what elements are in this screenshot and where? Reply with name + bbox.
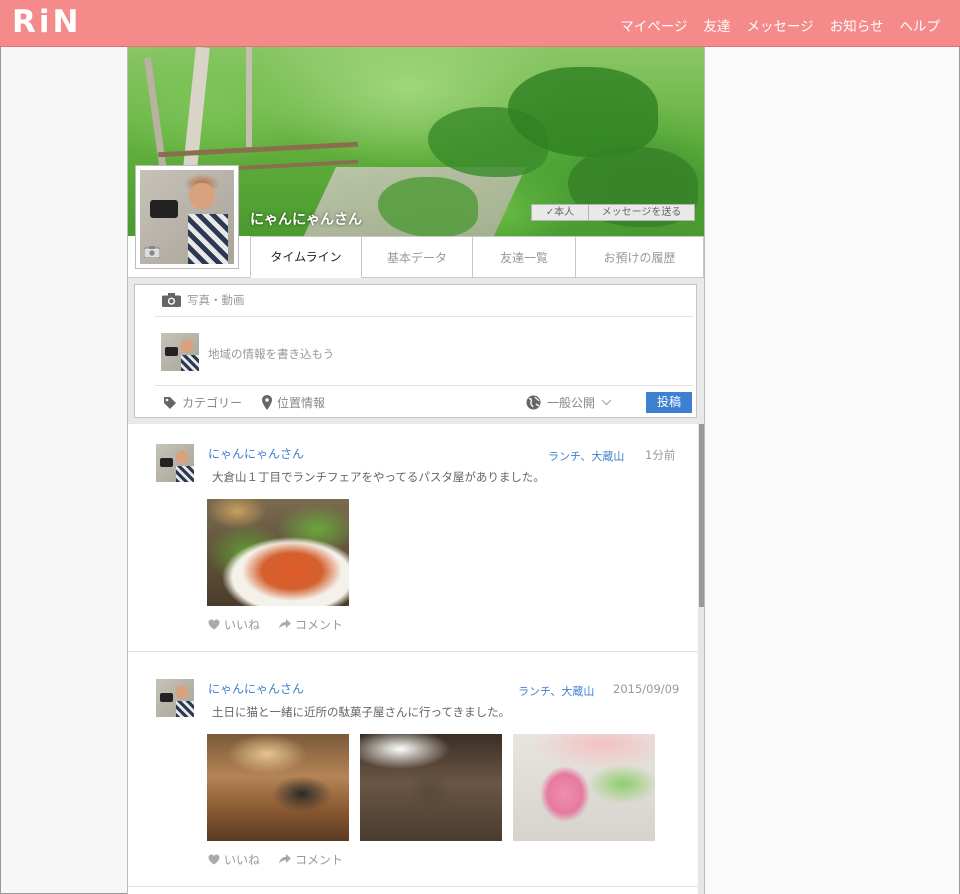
- post-text: 土日に猫と一緒に近所の駄菓子屋さんに行ってきました。: [212, 705, 511, 719]
- composer-avatar: [161, 333, 199, 371]
- tag-icon: [164, 396, 176, 409]
- top-navigation-bar: RiN マイページ 友達 メッセージ お知らせ ヘルプ: [0, 0, 960, 47]
- category-button[interactable]: カテゴリー: [163, 394, 242, 411]
- post-divider: [128, 886, 698, 887]
- location-button[interactable]: 位置情報: [262, 394, 325, 411]
- chevron-down-icon: [601, 399, 612, 406]
- heart-icon: [208, 854, 220, 865]
- post-image-pasta[interactable]: [207, 499, 349, 606]
- post-timestamp: 1分前: [645, 448, 676, 462]
- divider: [155, 385, 693, 386]
- app-logo[interactable]: RiN: [12, 4, 81, 40]
- share-arrow-icon: [279, 619, 291, 629]
- media-label: 写真・動画: [187, 293, 245, 307]
- tab-basic-data[interactable]: 基本データ: [361, 237, 472, 278]
- nav-mypage[interactable]: マイページ: [620, 15, 687, 35]
- heart-icon: [208, 619, 220, 630]
- self-badge[interactable]: ✓本人: [531, 204, 589, 221]
- post-input[interactable]: 地域の情報を書き込もう: [208, 346, 334, 362]
- post-image-shop-interior[interactable]: [360, 734, 502, 841]
- like-label: いいね: [224, 618, 261, 632]
- post-image-shop[interactable]: [207, 734, 349, 841]
- profile-tabs: タイムライン 基本データ 友達一覧 お預けの履歴: [250, 236, 704, 278]
- nav-friends[interactable]: 友達: [704, 15, 731, 35]
- nav-help[interactable]: ヘルプ: [900, 15, 941, 35]
- location-label: 位置情報: [277, 396, 326, 410]
- visibility-value: 一般公開: [547, 396, 596, 410]
- post-author-avatar[interactable]: [156, 444, 194, 482]
- post-submit-button[interactable]: 投稿: [646, 392, 692, 413]
- post-author-name[interactable]: にゃんにゃんさん: [208, 680, 304, 697]
- comment-button[interactable]: コメント: [279, 851, 343, 868]
- post-timestamp: 2015/09/09: [613, 682, 680, 696]
- camera-icon[interactable]: [144, 246, 160, 258]
- nav-messages[interactable]: メッセージ: [747, 15, 814, 35]
- cover-actions: ✓本人 メッセージを送る: [531, 204, 695, 221]
- like-button[interactable]: いいね: [208, 616, 260, 633]
- post-image-candy-jar[interactable]: [513, 734, 655, 841]
- main-nav: マイページ 友達 メッセージ お知らせ ヘルプ: [620, 15, 940, 35]
- comment-button[interactable]: コメント: [279, 616, 343, 633]
- right-panel: [705, 47, 959, 894]
- camera-icon: [162, 293, 181, 307]
- divider: [155, 316, 693, 317]
- post-tags[interactable]: ランチ、大蔵山: [518, 683, 594, 699]
- post-author-avatar[interactable]: [156, 679, 194, 717]
- location-pin-icon: [262, 395, 272, 410]
- tab-friends-list[interactable]: 友達一覧: [472, 237, 575, 278]
- post-divider: [128, 651, 698, 652]
- tab-timeline[interactable]: タイムライン: [250, 237, 361, 278]
- like-button[interactable]: いいね: [208, 851, 260, 868]
- scrollbar-thumb[interactable]: [699, 424, 704, 607]
- post-author-name[interactable]: にゃんにゃんさん: [208, 445, 304, 462]
- add-media[interactable]: 写真・動画: [162, 292, 245, 308]
- comment-label: コメント: [295, 618, 344, 632]
- globe-icon: [526, 395, 541, 410]
- post-text: 大倉山１丁目でランチフェアをやってるパスタ屋がありました。: [212, 470, 545, 484]
- post-tags[interactable]: ランチ、大蔵山: [548, 448, 624, 464]
- comment-label: コメント: [295, 853, 344, 867]
- share-arrow-icon: [279, 854, 291, 864]
- send-message-button[interactable]: メッセージを送る: [589, 204, 695, 221]
- category-label: カテゴリー: [182, 396, 243, 410]
- tab-deposit-history[interactable]: お預けの履歴: [575, 237, 704, 278]
- visibility-select[interactable]: 一般公開: [526, 394, 612, 411]
- profile-name: にゃんにゃんさん: [250, 212, 362, 228]
- nav-notifications[interactable]: お知らせ: [830, 15, 884, 35]
- like-label: いいね: [224, 853, 261, 867]
